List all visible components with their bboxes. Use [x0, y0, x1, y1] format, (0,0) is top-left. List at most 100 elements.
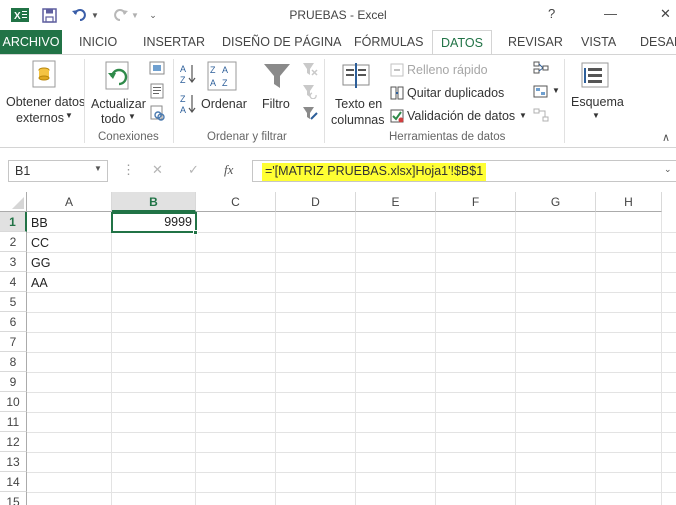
text-to-columns-label-2[interactable]: columnas [331, 113, 385, 127]
cancel-formula-button[interactable]: ✕ [152, 162, 163, 178]
external-data-icon[interactable] [30, 59, 58, 92]
svg-text:A: A [210, 78, 216, 88]
clear-filter-icon[interactable] [302, 61, 318, 80]
refresh-label-2[interactable]: todo [101, 112, 125, 126]
column-header-c[interactable]: C [196, 192, 276, 212]
filter-label[interactable]: Filtro [262, 97, 290, 111]
column-header-e[interactable]: E [356, 192, 436, 212]
column-header-d[interactable]: D [276, 192, 356, 212]
insert-function-button[interactable]: fx [224, 162, 233, 178]
data-validation-dropdown-icon[interactable]: ▼ [519, 111, 527, 120]
row-header-7[interactable]: 7 [0, 332, 27, 352]
filter-icon[interactable] [262, 61, 292, 94]
cell-a4[interactable]: AA [31, 273, 48, 293]
row-header-12[interactable]: 12 [0, 432, 27, 452]
formula-text[interactable]: ='[MATRIZ PRUEBAS.xlsx]Hoja1'!$B$1 [262, 163, 487, 181]
sort-label[interactable]: Ordenar [201, 97, 247, 111]
enter-formula-button[interactable]: ✓ [188, 162, 199, 178]
text-to-columns-label-1[interactable]: Texto en [335, 97, 382, 111]
flash-fill-icon[interactable] [390, 63, 404, 80]
row-header-5[interactable]: 5 [0, 292, 27, 312]
name-box[interactable]: B1 [8, 160, 108, 182]
column-header-a[interactable]: A [27, 192, 112, 212]
external-data-label-2[interactable]: externos [16, 111, 64, 125]
collapse-ribbon-icon[interactable]: ∧ [662, 131, 670, 144]
cell-a2[interactable]: CC [31, 233, 49, 253]
external-data-dropdown-icon[interactable]: ▼ [65, 111, 73, 120]
outline-icon[interactable] [580, 61, 610, 92]
row-header-9[interactable]: 9 [0, 372, 27, 392]
tab-inicio[interactable]: INICIO [79, 30, 117, 54]
text-to-columns-icon[interactable] [341, 61, 373, 94]
remove-duplicates-label[interactable]: Quitar duplicados [407, 86, 504, 100]
cell-a3[interactable]: GG [31, 253, 50, 273]
svg-text:Z: Z [180, 75, 186, 85]
row-header-2[interactable]: 2 [0, 232, 27, 252]
sort-za-icon[interactable]: ZA [180, 93, 196, 118]
group-separator [173, 59, 174, 143]
what-if-dropdown-icon[interactable]: ▼ [552, 86, 560, 95]
row-header-8[interactable]: 8 [0, 352, 27, 372]
tab-diseno-de-pagina[interactable]: DISEÑO DE PÁGINA [222, 30, 341, 54]
close-button[interactable]: ✕ [660, 6, 671, 22]
tab-vista[interactable]: VISTA [581, 30, 616, 54]
group-separator [564, 59, 565, 143]
tab-insertar[interactable]: INSERTAR [143, 30, 205, 54]
sort-icon[interactable]: ZAAZ [207, 61, 237, 94]
help-button[interactable]: ? [548, 6, 555, 21]
data-validation-label[interactable]: Validación de datos [407, 109, 515, 123]
cell-a1[interactable]: BB [31, 213, 48, 233]
relationships-icon[interactable] [533, 108, 549, 125]
row-header-6[interactable]: 6 [0, 312, 27, 332]
data-tools-group-label: Herramientas de datos [389, 131, 506, 143]
reapply-filter-icon[interactable] [302, 83, 318, 102]
data-validation-icon[interactable] [390, 109, 404, 126]
connections-group-label: Conexiones [98, 131, 159, 143]
minimize-button[interactable]: — [604, 6, 617, 21]
row-header-11[interactable]: 11 [0, 412, 27, 432]
flash-fill-label[interactable]: Relleno rápido [407, 63, 488, 77]
tab-formulas[interactable]: FÓRMULAS [354, 30, 423, 54]
tab-revisar[interactable]: REVISAR [508, 30, 563, 54]
name-box-dropdown-icon[interactable]: ▼ [94, 164, 102, 173]
properties-icon[interactable] [149, 83, 165, 102]
fill-handle[interactable] [193, 230, 198, 235]
select-all-corner[interactable] [0, 192, 27, 212]
remove-duplicates-icon[interactable] [390, 86, 404, 103]
row-header-14[interactable]: 14 [0, 472, 27, 492]
row-header-4[interactable]: 4 [0, 272, 27, 292]
refresh-all-icon[interactable] [102, 59, 134, 96]
edit-links-icon[interactable] [149, 105, 165, 124]
worksheet-grid[interactable]: A B C D E F G H 1 2 3 4 5 6 7 8 9 10 11 … [0, 192, 676, 505]
tab-desarrollador[interactable]: DESAF [640, 30, 676, 54]
consolidate-icon[interactable] [533, 61, 549, 78]
svg-text:Z: Z [222, 78, 228, 88]
row-header-10[interactable]: 10 [0, 392, 27, 412]
refresh-dropdown-icon[interactable]: ▼ [128, 112, 136, 121]
gridlines [27, 212, 676, 505]
row-header-1[interactable]: 1 [0, 212, 27, 232]
svg-text:A: A [222, 65, 228, 75]
tab-archivo[interactable]: ARCHIVO [0, 30, 62, 54]
column-header-b[interactable]: B [112, 192, 196, 212]
row-header-13[interactable]: 13 [0, 452, 27, 472]
row-header-3[interactable]: 3 [0, 252, 27, 272]
column-header-f[interactable]: F [436, 192, 516, 212]
expand-formula-bar-icon[interactable]: ⌄ [664, 164, 672, 175]
external-data-label-1[interactable]: Obtener datos [6, 95, 85, 109]
what-if-analysis-icon[interactable] [533, 85, 549, 102]
row-header-15[interactable]: 15 [0, 492, 27, 505]
outline-label[interactable]: Esquema [571, 95, 624, 109]
advanced-filter-icon[interactable] [302, 105, 318, 124]
connections-icon[interactable] [149, 61, 165, 78]
refresh-label-1[interactable]: Actualizar [91, 97, 146, 111]
window-title: PRUEBAS - Excel [289, 8, 387, 22]
cell-b1[interactable]: 9999 [111, 212, 197, 233]
svg-text:A: A [180, 105, 186, 115]
column-header-h[interactable]: H [596, 192, 662, 212]
sort-az-icon[interactable]: AZ [180, 63, 196, 88]
outline-dropdown-icon[interactable]: ▼ [592, 111, 600, 120]
column-header-g[interactable]: G [516, 192, 596, 212]
tab-datos[interactable]: DATOS [432, 30, 492, 55]
title-bar: X ▼ ▼ ⌄ PRUEBAS - Excel ? — ✕ [0, 0, 676, 30]
